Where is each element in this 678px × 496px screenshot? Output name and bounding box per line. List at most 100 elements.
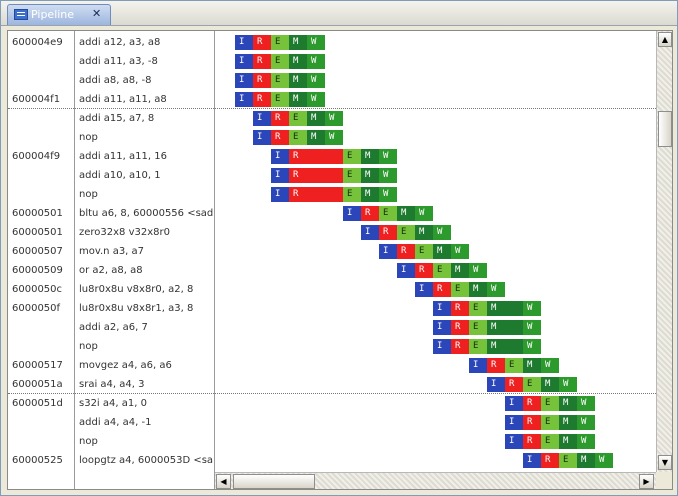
pipeline-stage-i: I (379, 244, 397, 259)
horizontal-scroll-thumb[interactable] (233, 474, 315, 489)
row-address: 60000509 (12, 265, 63, 276)
pipeline-stage-m: M (289, 54, 307, 69)
row-address: 600004e9 (12, 37, 63, 48)
pipeline-stage-w: W (379, 149, 397, 164)
pipeline-stage-i: I (397, 263, 415, 278)
row-instruction[interactable]: nop (79, 185, 213, 204)
pipeline-stage-i: I (253, 111, 271, 126)
pipeline-stage-r: R (253, 73, 271, 88)
pipeline-stage-e: E (343, 149, 361, 164)
pipeline-stage-i: I (253, 130, 271, 145)
row-instruction[interactable]: addi a12, a3, a8 (79, 33, 213, 52)
vertical-scrollbar[interactable]: ▲ ▼ (656, 31, 672, 472)
pipeline-chart: IREMWIREMWIREMWIREMWIREMWIREMWIREMWIREMW… (215, 31, 656, 472)
row-instruction[interactable]: addi a11, a3, -8 (79, 52, 213, 71)
pipeline-stage-w: W (541, 358, 559, 373)
pipeline-stage-r: R (451, 301, 469, 316)
row-instruction[interactable]: or a2, a8, a8 (79, 261, 213, 280)
pipeline-stage-i: I (415, 282, 433, 297)
pipeline-stage-e: E (433, 263, 451, 278)
pipeline-stage-i: I (433, 339, 451, 354)
row-address (12, 185, 74, 204)
pipeline-stage-r: R (289, 149, 343, 164)
pipeline-stage-m: M (307, 130, 325, 145)
pipeline-stage-e: E (379, 206, 397, 221)
pipeline-stage-r: R (397, 244, 415, 259)
pipeline-stage-m: M (541, 377, 559, 392)
pipeline-stage-r: R (415, 263, 433, 278)
row-instruction[interactable]: lu8r0x8u v8x8r1, a3, 8 (79, 299, 213, 318)
pipeline-stage-i: I (235, 54, 253, 69)
pipeline-stage-w: W (325, 130, 343, 145)
row-address: 60000507 (12, 246, 63, 257)
pipeline-stage-e: E (289, 130, 307, 145)
pipeline-stage-m: M (361, 168, 379, 183)
pipeline-stage-w: W (559, 377, 577, 392)
row-instruction[interactable]: addi a8, a8, -8 (79, 71, 213, 90)
pipeline-stage-i: I (433, 301, 451, 316)
pipeline-stage-r: R (451, 320, 469, 335)
pipeline-stage-r: R (271, 111, 289, 126)
row-address: 6000050f (12, 303, 61, 314)
row-instruction[interactable]: mov.n a3, a7 (79, 242, 213, 261)
tab-pipeline[interactable]: Pipeline ✕ (7, 4, 111, 25)
pipeline-stage-r: R (505, 377, 523, 392)
pipeline-stage-m: M (487, 320, 523, 335)
pipeline-stage-m: M (289, 35, 307, 50)
row-address (12, 166, 74, 185)
pipeline-stage-i: I (271, 187, 289, 202)
pipeline-stage-e: E (469, 301, 487, 316)
row-instruction[interactable]: lu8r0x8u v8x8r0, a2, 8 (79, 280, 213, 299)
row-address (12, 337, 74, 356)
row-instruction[interactable]: addi a2, a6, 7 (79, 318, 213, 337)
pipeline-stage-i: I (361, 225, 379, 240)
row-instruction[interactable]: s32i a4, a1, 0 (79, 394, 213, 413)
pipeline-stage-m: M (307, 111, 325, 126)
row-instruction[interactable]: zero32x8 v32x8r0 (79, 223, 213, 242)
row-instruction[interactable]: nop (79, 337, 213, 356)
row-address (12, 432, 74, 451)
horizontal-scrollbar[interactable]: ◀ ▶ (215, 472, 656, 489)
row-instruction[interactable]: movgez a4, a6, a6 (79, 356, 213, 375)
pipeline-stage-w: W (325, 111, 343, 126)
pipeline-stage-m: M (577, 453, 595, 468)
row-address: 600004f1 (12, 94, 61, 105)
close-icon[interactable]: ✕ (92, 7, 101, 20)
pipeline-stage-i: I (235, 73, 253, 88)
scroll-corner (656, 472, 672, 489)
pipeline-view-icon (14, 9, 28, 20)
row-instruction[interactable]: nop (79, 128, 213, 147)
scroll-up-button[interactable]: ▲ (658, 32, 672, 47)
pipeline-stage-w: W (487, 282, 505, 297)
tab-title: Pipeline (31, 8, 75, 21)
pipeline-stage-w: W (379, 187, 397, 202)
row-instruction[interactable]: addi a15, a7, 8 (79, 109, 213, 128)
row-instruction[interactable]: addi a11, a11, 16 (79, 147, 213, 166)
row-address: 600004f9 (12, 151, 61, 162)
pipeline-stage-e: E (343, 168, 361, 183)
row-instruction[interactable]: nop (79, 432, 213, 451)
row-address: 6000050c (12, 284, 63, 295)
scroll-down-button[interactable]: ▼ (658, 455, 672, 470)
row-instruction[interactable]: bltu a6, 8, 60000556 <sad 1( (79, 204, 213, 223)
row-instruction[interactable]: srai a4, a4, 3 (79, 375, 213, 394)
row-address (12, 128, 74, 147)
pipeline-stage-w: W (415, 206, 433, 221)
row-instruction[interactable]: addi a4, a4, -1 (79, 413, 213, 432)
row-instruction[interactable]: loopgtz a4, 6000053D <sad- (79, 451, 213, 470)
pipeline-stage-e: E (271, 92, 289, 107)
pipeline-stage-r: R (523, 415, 541, 430)
vertical-scroll-thumb[interactable] (658, 111, 672, 147)
pipeline-stage-m: M (559, 415, 577, 430)
pipeline-stage-i: I (235, 35, 253, 50)
pipeline-stage-w: W (379, 168, 397, 183)
pipeline-stage-i: I (235, 92, 253, 107)
scroll-right-button[interactable]: ▶ (639, 474, 654, 489)
pipeline-stage-e: E (271, 35, 289, 50)
pipeline-stage-m: M (487, 301, 523, 316)
pipeline-stage-i: I (505, 434, 523, 449)
pipeline-stage-e: E (541, 396, 559, 411)
row-instruction[interactable]: addi a11, a11, a8 (79, 90, 213, 109)
scroll-left-button[interactable]: ◀ (216, 474, 231, 489)
row-instruction[interactable]: addi a10, a10, 1 (79, 166, 213, 185)
